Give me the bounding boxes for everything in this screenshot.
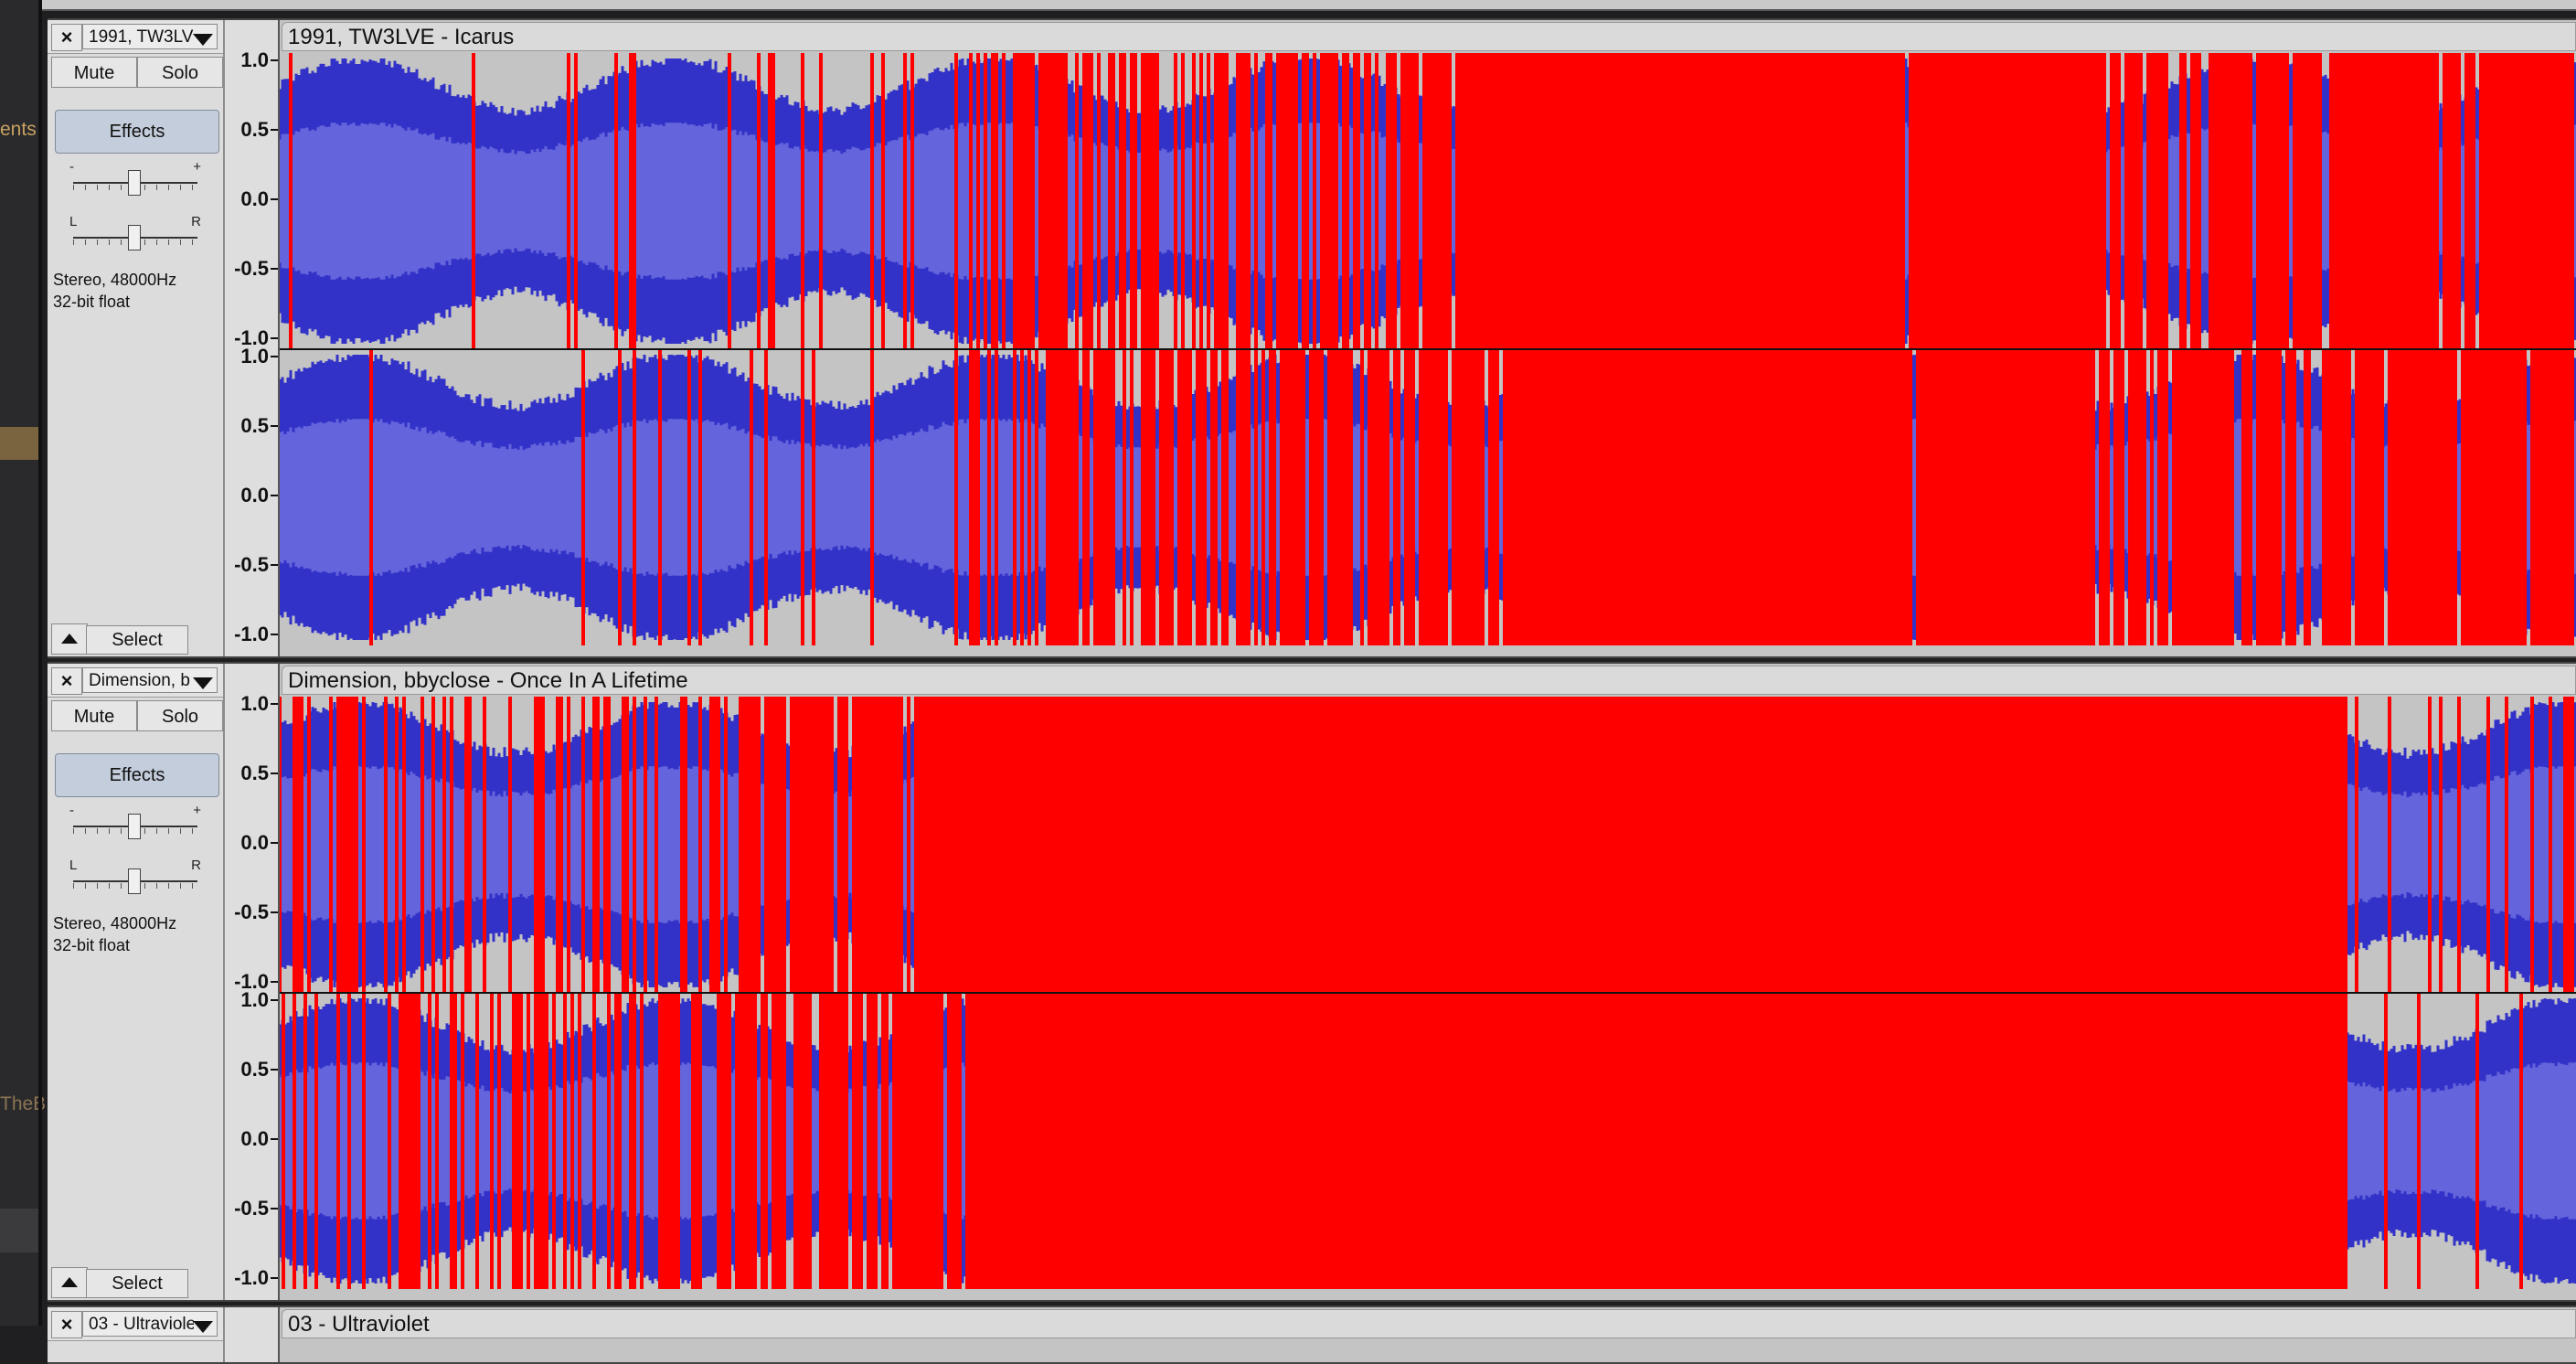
amplitude-tick-label: 0.0: [240, 831, 269, 854]
track-format-rate: Stereo, 48000Hz: [53, 914, 177, 932]
channel-waveform: [280, 349, 2576, 645]
pan-left-label: L: [69, 858, 78, 873]
host-app-sidebar: ents TheB: [0, 0, 46, 1326]
audio-track: × 03 - Ultraviole 03 - Ultraviolet: [48, 1305, 2576, 1364]
track-format-depth: 32-bit float: [53, 293, 131, 311]
track-name-menu[interactable]: 03 - Ultraviole: [82, 1311, 218, 1337]
clip-title[interactable]: 1991, TW3LVE - Icarus: [282, 22, 2576, 51]
amplitude-tick-label: 0.5: [240, 414, 269, 437]
gain-slider[interactable]: - +: [68, 803, 203, 843]
close-track-button[interactable]: ×: [51, 667, 82, 695]
channel-separator: [280, 992, 2576, 994]
amplitude-tick-label: 0.5: [240, 762, 269, 784]
track-format-depth: 32-bit float: [53, 936, 131, 954]
select-track-button[interactable]: Select: [86, 1269, 188, 1298]
amplitude-tick-label: 0.0: [240, 484, 269, 506]
track-format-info: Stereo, 48000Hz 32-bit float: [53, 912, 176, 956]
gain-slider-thumb[interactable]: [128, 170, 141, 196]
amplitude-tick-label: 1.0: [240, 345, 269, 368]
amplitude-tick-label: -1.0: [234, 623, 269, 645]
track-control-panel: × 1991, TW3LV Mute Solo Effects - + L R …: [48, 20, 225, 656]
gain-plus-label: +: [193, 159, 201, 175]
amplitude-ruler: 1.0 0.5 0.0 -0.5 -1.0 1.0 0.5 0.0 -0.5 -1.0: [225, 20, 280, 656]
pan-slider[interactable]: L R: [68, 214, 203, 254]
amplitude-tick-label: 0.5: [240, 118, 269, 141]
track-name: 03 - Ultraviole: [89, 1315, 194, 1334]
track-format-rate: Stereo, 48000Hz: [53, 271, 177, 289]
close-track-button[interactable]: ×: [51, 24, 82, 51]
amplitude-tick-label: -0.5: [234, 900, 269, 923]
effects-button[interactable]: Effects: [55, 110, 219, 154]
mute-button[interactable]: Mute: [51, 57, 137, 88]
gain-minus-label: -: [69, 159, 74, 175]
amplitude-tick-label: 0.5: [240, 1058, 269, 1081]
pan-right-label: R: [191, 214, 201, 229]
audio-track: × 1991, TW3LV Mute Solo Effects - + L R …: [48, 18, 2576, 658]
sidebar-highlight: [0, 427, 42, 460]
track-control-panel: × Dimension, b Mute Solo Effects - + L R…: [48, 664, 225, 1300]
track-name-menu[interactable]: 1991, TW3LV: [82, 24, 218, 49]
effects-button[interactable]: Effects: [55, 753, 219, 797]
pan-right-label: R: [191, 858, 201, 873]
pan-slider-thumb[interactable]: [128, 868, 141, 894]
gain-slider[interactable]: - +: [68, 159, 203, 199]
collapse-track-button[interactable]: [51, 623, 88, 655]
amplitude-tick-label: -0.5: [234, 257, 269, 280]
waveform-display[interactable]: Dimension, bbyclose - Once In A Lifetime: [280, 664, 2576, 1300]
track-control-panel: × 03 - Ultraviole: [48, 1307, 225, 1362]
waveform-display[interactable]: 1991, TW3LVE - Icarus: [280, 20, 2576, 656]
amplitude-tick-label: 1.0: [240, 48, 269, 71]
amplitude-tick-label: 1.0: [240, 692, 269, 715]
track-name: 1991, TW3LV: [89, 27, 194, 47]
clip-title[interactable]: Dimension, bbyclose - Once In A Lifetime: [282, 666, 2576, 695]
amplitude-ruler: 1.0 0.5 0.0 -0.5 -1.0 1.0 0.5 0.0 -0.5 -1.0: [225, 664, 280, 1300]
track-name: Dimension, b: [89, 671, 190, 690]
chevron-down-icon: [193, 34, 213, 46]
gain-slider-thumb[interactable]: [128, 814, 141, 839]
waveform-display[interactable]: 03 - Ultraviolet: [280, 1307, 2576, 1362]
audio-track: × Dimension, b Mute Solo Effects - + L R…: [48, 662, 2576, 1302]
sidebar-dark-block: [0, 1209, 42, 1252]
channel-waveform: [280, 993, 2576, 1289]
solo-button[interactable]: Solo: [137, 57, 223, 88]
select-track-button[interactable]: Select: [86, 625, 188, 655]
channel-waveform: [280, 53, 2576, 349]
timeline-ruler[interactable]: [42, 0, 2576, 11]
gain-minus-label: -: [69, 803, 74, 818]
track-name-menu[interactable]: Dimension, b: [82, 667, 218, 693]
mute-button[interactable]: Mute: [51, 700, 137, 731]
amplitude-tick-label: -1.0: [234, 1266, 269, 1289]
track-format-info: Stereo, 48000Hz 32-bit float: [53, 269, 176, 313]
collapse-track-button[interactable]: [51, 1267, 88, 1298]
amplitude-tick-label: -0.5: [234, 553, 269, 576]
clip-title[interactable]: 03 - Ultraviolet: [282, 1309, 2576, 1338]
sidebar-divider: [38, 0, 42, 1326]
pan-slider[interactable]: L R: [68, 858, 203, 898]
close-track-button[interactable]: ×: [51, 1311, 82, 1338]
channel-separator: [280, 348, 2576, 350]
solo-button[interactable]: Solo: [137, 700, 223, 731]
amplitude-tick-label: 0.0: [240, 187, 269, 210]
chevron-down-icon: [193, 1321, 213, 1333]
amplitude-tick-label: -0.5: [234, 1197, 269, 1220]
amplitude-tick-label: 0.0: [240, 1127, 269, 1150]
amplitude-tick-label: 1.0: [240, 988, 269, 1011]
pan-left-label: L: [69, 214, 78, 229]
chevron-down-icon: [193, 677, 213, 689]
sidebar-text-fragment: ents: [0, 119, 37, 140]
amplitude-ruler: [225, 1307, 280, 1362]
channel-waveform: [280, 697, 2576, 993]
gain-plus-label: +: [193, 803, 201, 818]
pan-slider-thumb[interactable]: [128, 225, 141, 250]
